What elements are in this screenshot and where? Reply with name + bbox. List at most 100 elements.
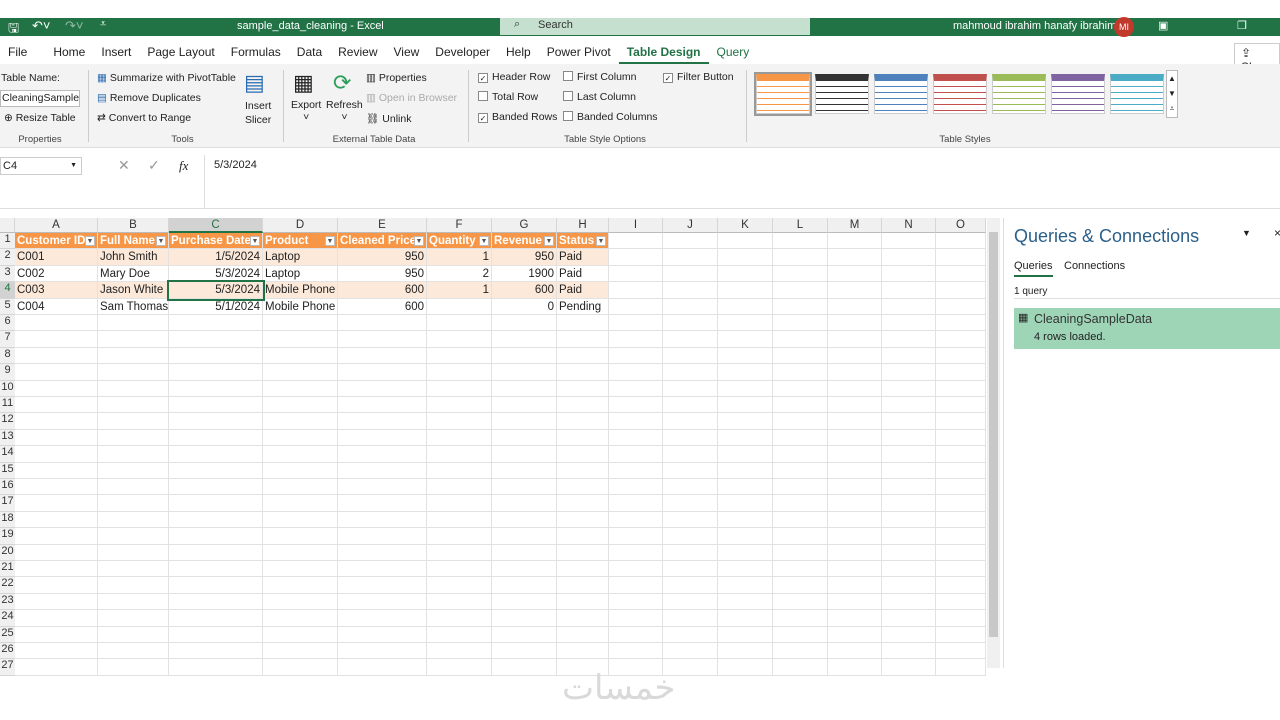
row-header[interactable]: 22: [0, 577, 15, 594]
table-cell[interactable]: 950: [338, 265, 427, 283]
export-button[interactable]: Export ˅: [291, 99, 321, 123]
cell[interactable]: [773, 429, 828, 447]
cell[interactable]: [828, 495, 882, 512]
cell[interactable]: [936, 446, 986, 463]
cell[interactable]: [609, 528, 663, 545]
cell[interactable]: [492, 544, 557, 561]
cell[interactable]: [882, 429, 936, 447]
cell[interactable]: [882, 626, 936, 643]
cell[interactable]: [718, 577, 773, 594]
column-header-I[interactable]: I: [609, 218, 663, 233]
avatar[interactable]: MI: [1114, 17, 1134, 37]
active-cell[interactable]: 5/3/2024: [167, 280, 265, 301]
cell[interactable]: [338, 610, 427, 627]
cell[interactable]: [557, 446, 609, 463]
cell[interactable]: [98, 643, 169, 660]
first-column-checkbox[interactable]: First Column: [563, 71, 637, 83]
cell[interactable]: [338, 462, 427, 479]
cell[interactable]: [718, 561, 773, 578]
cell[interactable]: [492, 315, 557, 332]
cell[interactable]: [773, 347, 828, 365]
cell[interactable]: [15, 364, 98, 381]
row-header[interactable]: 7: [0, 331, 15, 348]
cell[interactable]: [169, 610, 263, 627]
cell[interactable]: [828, 479, 882, 496]
cell[interactable]: [169, 315, 263, 332]
cell[interactable]: [263, 593, 338, 611]
cell[interactable]: [718, 331, 773, 348]
cell[interactable]: [882, 265, 936, 283]
cell[interactable]: [936, 544, 986, 561]
cell[interactable]: [263, 610, 338, 627]
cell[interactable]: [98, 397, 169, 414]
table-cell[interactable]: 5/3/2024: [169, 265, 263, 283]
insert-function-button[interactable]: fx: [179, 158, 188, 174]
cell[interactable]: [98, 315, 169, 332]
cell[interactable]: [663, 446, 718, 463]
row-header[interactable]: 24: [0, 610, 15, 627]
cell[interactable]: [557, 528, 609, 545]
cell[interactable]: [557, 561, 609, 578]
cell[interactable]: [427, 610, 492, 627]
cell[interactable]: [263, 626, 338, 643]
table-cell[interactable]: Mobile Phone: [263, 298, 338, 315]
cell[interactable]: [882, 249, 936, 266]
cell[interactable]: [263, 479, 338, 496]
cell[interactable]: [718, 446, 773, 463]
cell[interactable]: [15, 347, 98, 365]
table-style-swatch[interactable]: [874, 74, 928, 114]
cell[interactable]: [557, 577, 609, 594]
gallery-scroll[interactable]: ▲ ▼ ⩡: [1166, 70, 1178, 118]
column-header-F[interactable]: F: [427, 218, 492, 233]
cell[interactable]: [609, 233, 663, 250]
cell[interactable]: [427, 593, 492, 611]
cell[interactable]: [609, 265, 663, 283]
cell[interactable]: [427, 528, 492, 545]
pane-options-icon[interactable]: ▼: [1242, 228, 1251, 238]
cell[interactable]: [169, 413, 263, 430]
customize-qat-icon[interactable]: ⩡: [100, 18, 106, 31]
cell[interactable]: [98, 577, 169, 594]
cell[interactable]: [427, 397, 492, 414]
cell[interactable]: [773, 643, 828, 660]
cell[interactable]: [98, 659, 169, 676]
table-header-cell[interactable]: Customer ID ▼: [15, 233, 98, 250]
table-name-input[interactable]: CleaningSampleD: [0, 90, 80, 107]
cell[interactable]: [718, 511, 773, 529]
cell[interactable]: [427, 380, 492, 397]
cell[interactable]: [936, 659, 986, 676]
column-header-A[interactable]: A: [15, 218, 98, 233]
cell[interactable]: [338, 331, 427, 348]
cell[interactable]: [492, 462, 557, 479]
cell[interactable]: [492, 495, 557, 512]
cell[interactable]: [338, 446, 427, 463]
cell[interactable]: [98, 364, 169, 381]
cell[interactable]: [557, 626, 609, 643]
cell[interactable]: [492, 397, 557, 414]
table-cell[interactable]: Laptop: [263, 249, 338, 266]
cell[interactable]: [427, 577, 492, 594]
cell[interactable]: [492, 593, 557, 611]
row-header[interactable]: 16: [0, 479, 15, 496]
cell[interactable]: [828, 626, 882, 643]
cell[interactable]: [828, 429, 882, 447]
cell[interactable]: [557, 610, 609, 627]
cell[interactable]: [557, 479, 609, 496]
cell[interactable]: [718, 380, 773, 397]
cell[interactable]: [936, 479, 986, 496]
cell[interactable]: [828, 413, 882, 430]
table-cell[interactable]: 1900: [492, 265, 557, 283]
cell[interactable]: [773, 380, 828, 397]
table-style-swatch[interactable]: [992, 74, 1046, 114]
unlink-button[interactable]: ⛓ Unlink: [366, 112, 411, 125]
cell[interactable]: [492, 479, 557, 496]
cell[interactable]: [663, 610, 718, 627]
cell[interactable]: [828, 282, 882, 299]
cell[interactable]: [882, 446, 936, 463]
last-column-checkbox[interactable]: Last Column: [563, 91, 636, 103]
cell[interactable]: [882, 315, 936, 332]
filter-dropdown-icon[interactable]: ▼: [414, 236, 424, 246]
cell[interactable]: [557, 429, 609, 447]
cell[interactable]: [609, 446, 663, 463]
filter-dropdown-icon[interactable]: ▼: [85, 236, 95, 246]
